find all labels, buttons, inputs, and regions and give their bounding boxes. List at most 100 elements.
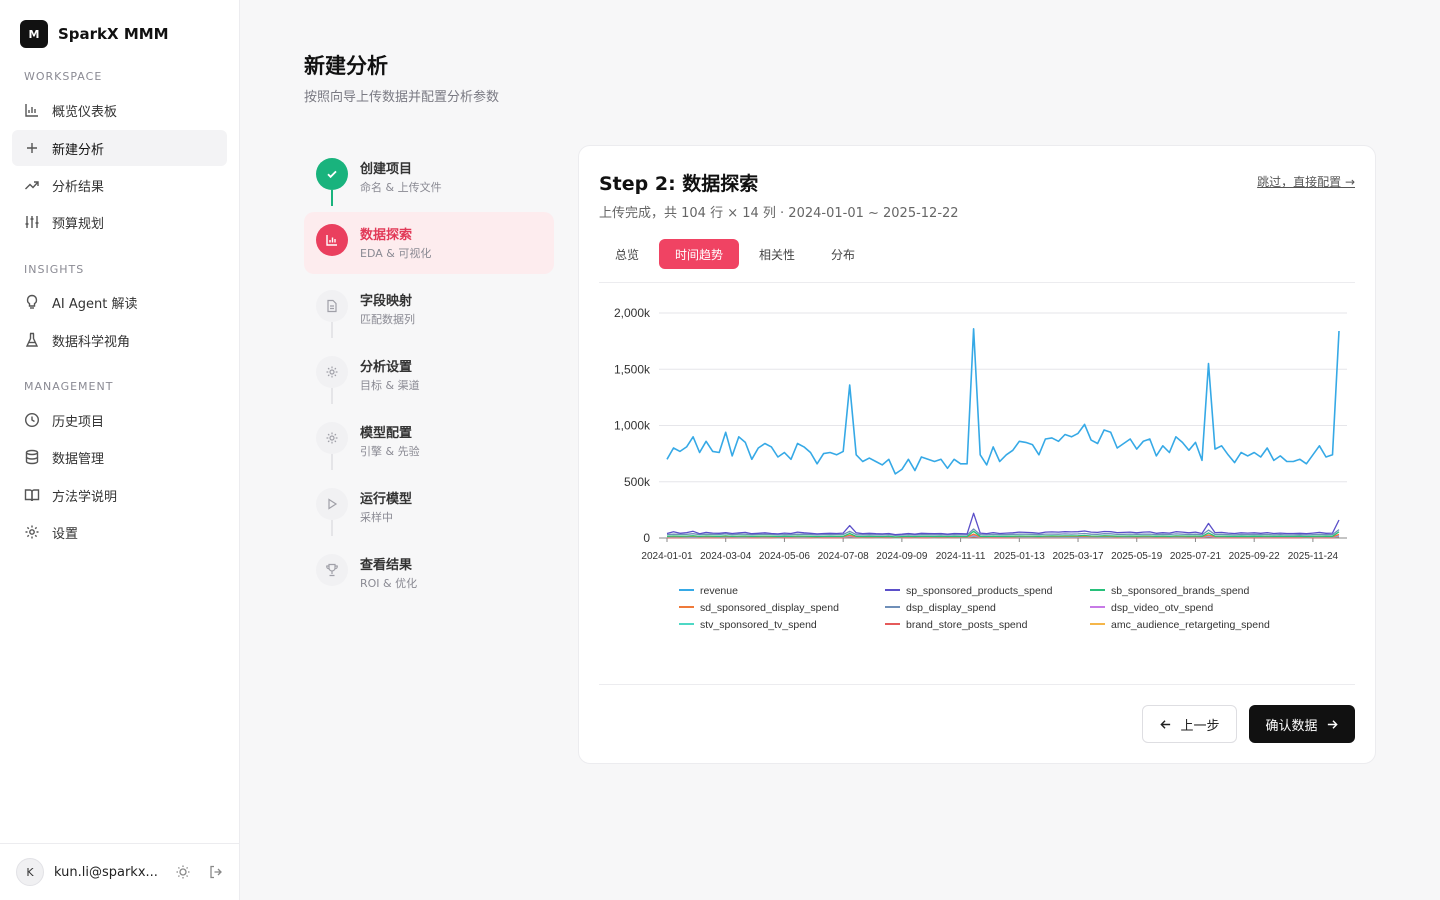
step-analysis-settings[interactable]: 分析设置 目标 & 渠道 xyxy=(304,344,554,406)
y-tick-label: 500k xyxy=(624,475,651,489)
check-icon xyxy=(316,158,348,190)
legend-label: amc_audience_retargeting_spend xyxy=(1111,619,1270,631)
section-label-workspace: WORKSPACE xyxy=(24,70,103,83)
sidebar-item-data-management[interactable]: 数据管理 xyxy=(12,439,227,475)
step-data-exploration[interactable]: 数据探索 EDA & 可视化 xyxy=(304,212,554,274)
sidebar-item-label: 历史项目 xyxy=(52,414,105,430)
sidebar-item-budget[interactable]: 预算规划 xyxy=(12,204,227,240)
legend-label: brand_store_posts_spend xyxy=(906,619,1028,631)
gear-icon xyxy=(316,356,348,388)
step-subtitle: 目标 & 渠道 xyxy=(360,379,420,392)
step-subtitle: EDA & 可视化 xyxy=(360,247,432,260)
time-trend-chart: 0 500k 1,000k 1,500k 2,000k 2024-01-01 2024-03… xyxy=(614,306,1347,631)
sliders-icon xyxy=(24,214,40,230)
brand-name: SparkX MMM xyxy=(58,25,169,43)
user-bar: K kun.li@sparkx... xyxy=(0,843,239,900)
play-icon xyxy=(316,488,348,520)
step-model-config[interactable]: 模型配置 引擎 & 先验 xyxy=(304,410,554,472)
x-tick-label: 2025-01-13 xyxy=(994,551,1046,562)
x-tick-label: 2024-03-04 xyxy=(700,551,752,562)
prev-step-button[interactable]: 上一步 xyxy=(1142,705,1237,743)
lightbulb-icon xyxy=(24,294,40,310)
logout-icon[interactable] xyxy=(208,864,224,880)
step-run-model[interactable]: 运行模型 采样中 xyxy=(304,476,554,538)
x-tick-label: 2025-05-19 xyxy=(1111,551,1163,562)
x-tick-label: 2024-09-09 xyxy=(876,551,928,562)
step-title: 分析设置 xyxy=(360,360,413,375)
sidebar-item-label: 预算规划 xyxy=(52,216,105,232)
y-tick-label: 1,000k xyxy=(614,419,651,433)
step-subtitle: ROI & 优化 xyxy=(360,577,418,590)
page-title: 新建分析 xyxy=(304,54,388,78)
step-title: 字段映射 xyxy=(360,294,413,309)
sun-icon[interactable] xyxy=(175,864,191,880)
arrow-right-icon xyxy=(1327,719,1338,729)
step-card: Step 2: 数据探索 跳过，直接配置 → 上传完成，共 104 行 × 14… xyxy=(578,145,1376,764)
legend-label: revenue xyxy=(700,585,738,597)
bar-chart-icon xyxy=(24,102,40,118)
sidebar-item-results[interactable]: 分析结果 xyxy=(12,167,227,203)
trending-up-icon xyxy=(24,177,40,193)
bar-chart-icon xyxy=(316,224,348,256)
gear-icon xyxy=(24,524,40,540)
arrow-left-icon xyxy=(1160,719,1171,729)
prev-step-label: 上一步 xyxy=(1180,718,1220,734)
step-connector xyxy=(331,454,333,470)
step-create-project[interactable]: 创建项目 命名 & 上传文件 xyxy=(304,146,554,208)
series-line-revenue xyxy=(666,328,1340,475)
step-connector xyxy=(331,520,333,536)
y-tick-label: 2,000k xyxy=(614,306,651,320)
flask-icon xyxy=(24,332,40,348)
confirm-data-button[interactable]: 确认数据 xyxy=(1249,705,1355,743)
sidebar-item-label: 方法学说明 xyxy=(52,489,118,505)
legend-label: stv_sponsored_tv_spend xyxy=(700,619,817,631)
step-view-results[interactable]: 查看结果 ROI & 优化 xyxy=(304,542,554,604)
section-label-insights: INSIGHTS xyxy=(24,263,85,276)
sidebar-item-settings[interactable]: 设置 xyxy=(12,514,227,550)
x-tick-label: 2025-09-22 xyxy=(1229,551,1281,562)
x-tick-label: 2024-07-08 xyxy=(818,551,870,562)
avatar[interactable]: K xyxy=(16,858,44,886)
sidebar-item-label: 概览仪表板 xyxy=(52,104,118,120)
divider xyxy=(599,684,1355,685)
step-connector xyxy=(331,322,333,338)
x-tick-label: 2025-03-17 xyxy=(1052,551,1104,562)
book-icon xyxy=(24,487,40,503)
series-line-dsp_display_spend xyxy=(666,528,1340,536)
x-tick-label: 2025-11-24 xyxy=(1288,551,1339,562)
page-subtitle: 按照向导上传数据并配置分析参数 xyxy=(304,90,500,105)
sidebar-item-history[interactable]: 历史项目 xyxy=(12,402,227,438)
sidebar-item-data-science[interactable]: 数据科学视角 xyxy=(12,322,227,358)
confirm-data-label: 确认数据 xyxy=(1265,718,1318,734)
file-icon xyxy=(316,290,348,322)
sidebar-item-dashboard[interactable]: 概览仪表板 xyxy=(12,92,227,128)
step-connector xyxy=(331,388,333,404)
y-tick-label: 0 xyxy=(643,531,650,545)
step-subtitle: 引擎 & 先验 xyxy=(360,445,420,458)
plus-icon xyxy=(24,140,40,156)
x-tick-label: 2025-07-21 xyxy=(1170,551,1222,562)
sidebar-item-label: 分析结果 xyxy=(52,179,105,195)
user-email[interactable]: kun.li@sparkx... xyxy=(54,865,159,880)
step-subtitle: 命名 & 上传文件 xyxy=(360,181,442,194)
step-title: 创建项目 xyxy=(360,162,413,177)
series-line-sp_sponsored_products_spend xyxy=(666,512,1340,536)
sidebar-item-label: 新建分析 xyxy=(52,142,105,158)
step-title: 运行模型 xyxy=(360,492,413,507)
legend-label: sd_sponsored_display_spend xyxy=(700,602,839,614)
step-title: 模型配置 xyxy=(360,426,413,441)
sidebar-item-ai-agent[interactable]: AI Agent 解读 xyxy=(12,284,227,320)
sidebar-item-methodology[interactable]: 方法学说明 xyxy=(12,477,227,513)
step-field-mapping[interactable]: 字段映射 匹配数据列 xyxy=(304,278,554,340)
brand[interactable]: M SparkX MMM xyxy=(20,20,169,48)
sidebar-item-new-analysis[interactable]: 新建分析 xyxy=(12,130,227,166)
x-tick-label: 2024-11-11 xyxy=(936,551,986,562)
step-title: 数据探索 xyxy=(360,228,413,243)
legend-label: dsp_video_otv_spend xyxy=(1111,602,1213,614)
sidebar-item-label: 设置 xyxy=(52,526,79,542)
legend-label: sp_sponsored_products_spend xyxy=(906,585,1053,597)
database-icon xyxy=(24,449,40,465)
brand-logo: M xyxy=(20,20,48,48)
sidebar: M SparkX MMM WORKSPACE 概览仪表板 新建分析 分析结果 预… xyxy=(0,0,240,900)
step-title: 查看结果 xyxy=(360,558,413,573)
